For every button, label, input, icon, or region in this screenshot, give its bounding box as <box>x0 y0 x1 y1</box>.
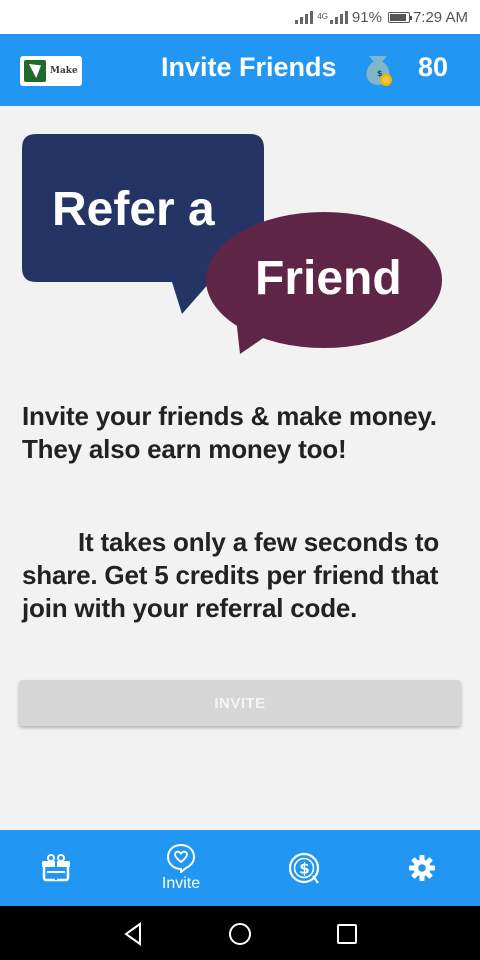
status-bar: 4G 91% 7:29 AM <box>0 0 480 34</box>
home-icon[interactable] <box>226 920 254 948</box>
invite-description: Invite your friends & make money. They a… <box>22 401 437 464</box>
nav-item-settings[interactable] <box>374 830 470 906</box>
battery-percent: 91% <box>351 8 382 26</box>
bottom-nav: Invite $ <box>0 830 480 906</box>
nav-item-gifts[interactable] <box>8 830 104 906</box>
logo-mark-icon <box>24 60 46 82</box>
nav-item-invite[interactable]: Invite <box>133 830 229 906</box>
credits-description: It takes only a few seconds to share. Ge… <box>22 527 439 623</box>
logo-text: Make <box>50 66 78 76</box>
gift-icon <box>42 854 70 882</box>
system-nav-bar <box>0 906 480 960</box>
refer-a-friend-banner: Refer a Friend <box>22 134 442 354</box>
app-bar: Make Invite Friends $ 80 <box>0 34 480 106</box>
back-icon[interactable] <box>120 920 148 948</box>
invite-heart-icon <box>166 843 196 873</box>
network-type: 4G <box>317 12 328 21</box>
svg-text:$: $ <box>299 860 309 878</box>
banner-line-1: Refer a <box>52 183 215 236</box>
money-bag-icon: $ <box>366 56 392 86</box>
invite-button[interactable]: INVITE <box>19 680 461 726</box>
gear-icon <box>409 855 435 881</box>
app-logo[interactable]: Make <box>20 56 82 86</box>
recents-icon[interactable] <box>333 920 361 948</box>
battery-icon <box>387 11 412 23</box>
nav-label-invite: Invite <box>161 875 201 892</box>
clock: 7:29 AM <box>412 8 468 26</box>
page-title: Invite Friends <box>161 52 337 82</box>
dollar-coin-icon: $ <box>288 852 320 884</box>
banner-line-2: Friend <box>255 252 402 305</box>
signal-icon <box>295 10 314 24</box>
signal-icon-2 <box>329 10 348 24</box>
credits-count: 80 <box>418 52 449 82</box>
nav-item-earnings[interactable]: $ <box>256 830 352 906</box>
